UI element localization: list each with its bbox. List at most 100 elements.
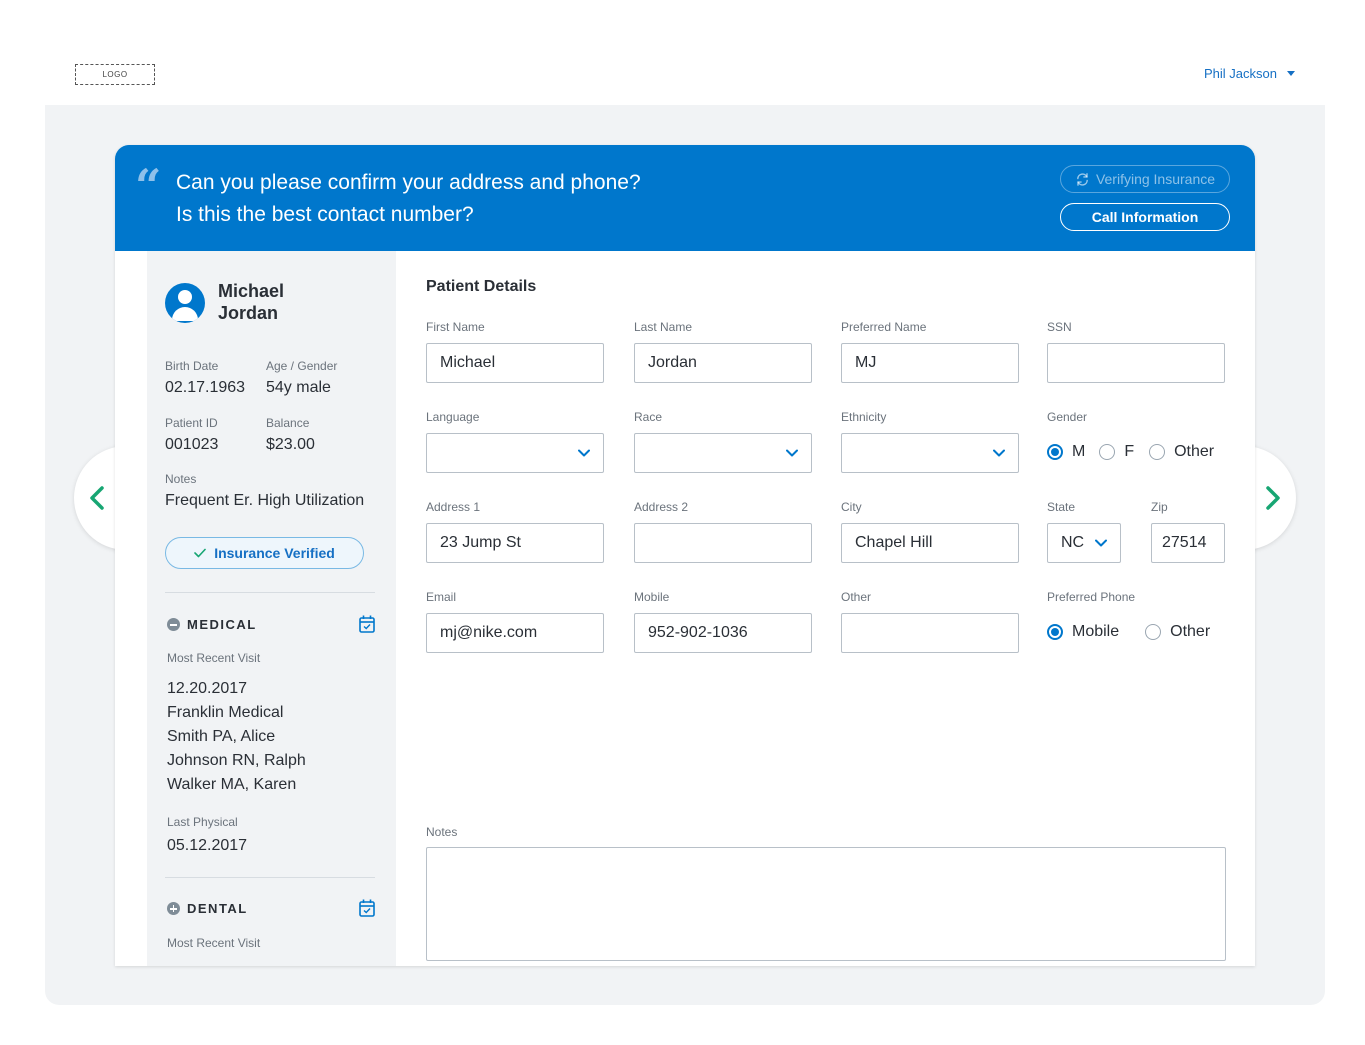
last-name-field[interactable]: Jordan xyxy=(634,343,812,383)
gender-label: Gender xyxy=(1047,410,1088,424)
caret-down-icon xyxy=(1287,71,1295,76)
language-select[interactable] xyxy=(426,433,604,473)
gender-option-label: Other xyxy=(1174,443,1215,460)
patient-summary-sidebar: Michael Jordan Birth Date 02.17.1963 Age… xyxy=(147,251,396,966)
patient-card: “ Can you please confirm your address an… xyxy=(115,145,1255,966)
race-select[interactable] xyxy=(634,433,812,473)
last-name-label: Last Name xyxy=(634,320,693,334)
email-field[interactable]: mj@nike.com xyxy=(426,613,604,653)
gender-radio-other[interactable]: Other xyxy=(1149,443,1214,461)
gender-option-label: M xyxy=(1072,443,1086,460)
radio-unselected-icon xyxy=(1149,444,1166,460)
notes-label: Notes xyxy=(165,472,197,486)
preferred-phone-radio-group: Mobile Other xyxy=(1047,623,1210,641)
dental-section-toggle[interactable]: DENTAL xyxy=(167,901,248,916)
other-phone-field[interactable] xyxy=(841,613,1019,653)
other-phone-label: Other xyxy=(841,590,872,604)
verifying-insurance-label: Verifying Insurance xyxy=(1095,171,1216,187)
language-label: Language xyxy=(426,410,480,424)
first-name-field[interactable]: Michael xyxy=(426,343,604,383)
address1-label: Address 1 xyxy=(426,500,481,514)
address2-field[interactable] xyxy=(634,523,812,563)
notes-value: Frequent Er. High Utilization xyxy=(165,492,365,509)
address2-label: Address 2 xyxy=(634,500,689,514)
chevron-down-icon xyxy=(993,449,1005,457)
gender-radio-f[interactable]: F xyxy=(1099,443,1134,461)
medical-recent-visit-details: 12.20.2017 Franklin Medical Smith PA, Al… xyxy=(167,677,306,797)
call-information-label: Call Information xyxy=(1091,209,1199,225)
calendar-check-icon[interactable] xyxy=(359,615,375,633)
birth-date-value: 02.17.1963 xyxy=(165,379,246,396)
visit-line: Johnson RN, Ralph xyxy=(167,752,306,769)
call-information-button[interactable]: Call Information xyxy=(1060,203,1230,231)
user-avatar-icon xyxy=(165,283,205,323)
zip-field[interactable]: 27514 xyxy=(1151,523,1225,563)
medical-section-toggle[interactable]: MEDICAL xyxy=(167,617,257,632)
ssn-field[interactable] xyxy=(1047,343,1225,383)
last-physical-value: 05.12.2017 xyxy=(167,837,248,854)
form-title: Patient Details xyxy=(426,278,537,295)
address1-field[interactable]: 23 Jump St xyxy=(426,523,604,563)
balance-value: $23.00 xyxy=(266,436,315,453)
radio-unselected-icon xyxy=(1099,444,1116,460)
mobile-label: Mobile xyxy=(634,590,670,604)
radio-selected-icon xyxy=(1047,444,1063,460)
verifying-insurance-button[interactable]: Verifying Insurance xyxy=(1060,165,1230,193)
age-gender-label: Age / Gender xyxy=(266,359,338,373)
email-label: Email xyxy=(426,590,457,604)
preferred-phone-radio-other[interactable]: Other xyxy=(1145,623,1210,641)
calendar-check-icon[interactable] xyxy=(359,899,375,917)
ethnicity-label: Ethnicity xyxy=(841,410,887,424)
prompt-line-2: Is this the best contact number? xyxy=(176,203,474,226)
state-label: State xyxy=(1047,500,1076,514)
chevron-left-icon xyxy=(90,486,104,510)
form-notes-label: Notes xyxy=(426,825,458,839)
patient-name: Michael Jordan xyxy=(218,280,284,324)
ethnicity-select[interactable] xyxy=(841,433,1019,473)
user-name: Phil Jackson xyxy=(1204,66,1277,81)
ssn-label: SSN xyxy=(1047,320,1072,334)
dental-title: DENTAL xyxy=(187,901,248,916)
divider xyxy=(165,592,375,593)
preferred-name-field[interactable]: MJ xyxy=(841,343,1019,383)
chevron-down-icon xyxy=(1095,539,1107,547)
first-name-label: First Name xyxy=(426,320,485,334)
medical-recent-visit-label: Most Recent Visit xyxy=(167,651,261,665)
chevron-down-icon xyxy=(578,449,590,457)
prompt-line-1: Can you please confirm your address and … xyxy=(176,171,641,194)
state-select[interactable]: NC xyxy=(1047,523,1121,563)
script-prompt-bar: “ Can you please confirm your address an… xyxy=(115,145,1255,251)
notes-textarea[interactable] xyxy=(426,847,1226,961)
birth-date-label: Birth Date xyxy=(165,359,219,373)
patient-last-name: Jordan xyxy=(218,303,279,323)
preferred-phone-radio-mobile[interactable]: Mobile xyxy=(1047,623,1119,641)
city-label: City xyxy=(841,500,862,514)
logo: LOGO xyxy=(75,64,155,85)
chevron-right-icon xyxy=(1266,486,1280,510)
check-icon xyxy=(194,548,206,558)
preferred-name-label: Preferred Name xyxy=(841,320,927,334)
city-field[interactable]: Chapel Hill xyxy=(841,523,1019,563)
quote-icon: “ xyxy=(135,159,162,213)
refresh-icon xyxy=(1077,172,1088,186)
user-menu[interactable]: Phil Jackson xyxy=(1204,66,1295,81)
gender-radio-m[interactable]: M xyxy=(1047,443,1085,461)
radio-selected-icon xyxy=(1047,624,1063,640)
preferred-phone-option-label: Other xyxy=(1170,623,1211,640)
preferred-phone-label: Preferred Phone xyxy=(1047,590,1136,604)
radio-unselected-icon xyxy=(1145,624,1162,640)
mobile-field[interactable]: 952-902-1036 xyxy=(634,613,812,653)
age-gender-value: 54y male xyxy=(266,379,331,396)
state-value: NC xyxy=(1061,534,1085,551)
balance-label: Balance xyxy=(266,416,310,430)
insurance-verified-label: Insurance Verified xyxy=(214,545,335,561)
insurance-verified-badge[interactable]: Insurance Verified xyxy=(165,537,364,569)
patient-first-name: Michael xyxy=(218,281,285,301)
zip-label: Zip xyxy=(1151,500,1168,514)
visit-line: Smith PA, Alice xyxy=(167,728,276,745)
visit-line: Walker MA, Karen xyxy=(167,776,297,793)
visit-line: Franklin Medical xyxy=(167,704,284,721)
collapse-icon xyxy=(167,618,180,631)
dental-recent-visit-label: Most Recent Visit xyxy=(167,936,261,950)
gender-radio-group: M F Other xyxy=(1047,443,1214,461)
